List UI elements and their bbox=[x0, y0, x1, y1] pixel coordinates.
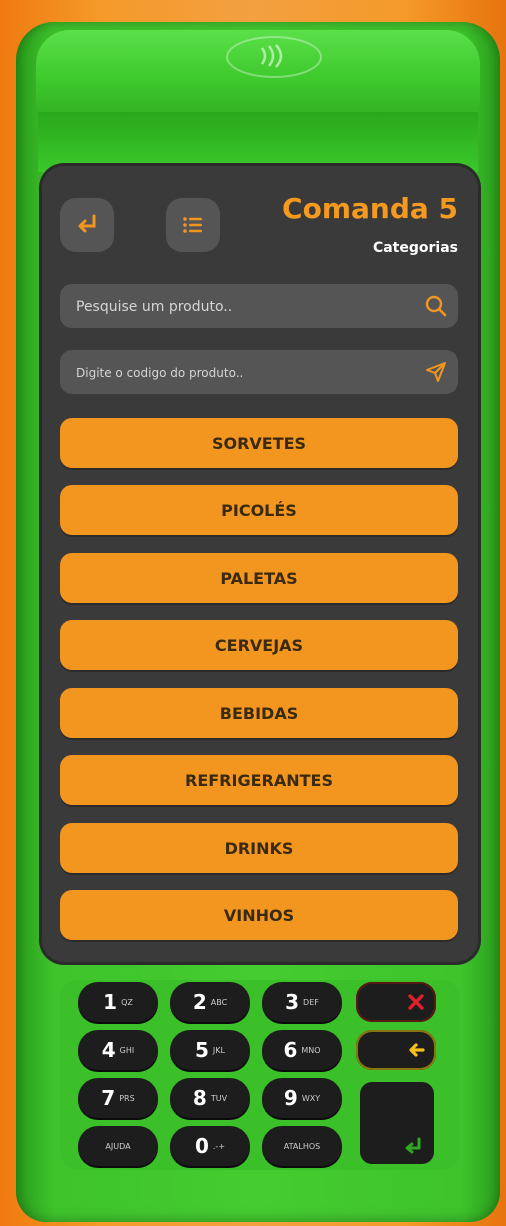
page-subtitle: Categorias bbox=[372, 240, 458, 256]
menu-button[interactable] bbox=[166, 198, 220, 252]
search-input[interactable] bbox=[74, 284, 418, 330]
key-1[interactable]: 1 QZ bbox=[78, 982, 158, 1022]
cancel-key[interactable] bbox=[356, 982, 436, 1022]
key-7[interactable]: 7 PRS bbox=[78, 1078, 158, 1118]
page-title: Comanda 5 bbox=[282, 192, 458, 225]
return-icon bbox=[78, 214, 96, 233]
search-field[interactable] bbox=[60, 284, 458, 330]
terminal-top bbox=[36, 30, 480, 112]
shortcuts-key[interactable]: ATALHOS bbox=[262, 1126, 342, 1166]
key-0[interactable]: 0 .-+ bbox=[170, 1126, 250, 1166]
help-key[interactable]: AJUDA bbox=[78, 1126, 158, 1166]
category-button[interactable]: VINHOS bbox=[60, 890, 458, 940]
keypad: 1 QZ 2 ABC 3 DEF 4 GHI 5 JKL 6 MNO 7 PRS 8 TUV 9… bbox=[60, 980, 460, 1170]
key-5[interactable]: 5 JKL bbox=[170, 1030, 250, 1070]
search-icon[interactable] bbox=[424, 294, 448, 318]
key-9[interactable]: 9 WXY bbox=[262, 1078, 342, 1118]
list-icon bbox=[183, 217, 202, 233]
product-code-field[interactable] bbox=[60, 350, 458, 396]
category-button[interactable]: SORVETES bbox=[60, 418, 458, 468]
back-button[interactable] bbox=[60, 198, 114, 252]
cancel-x-icon bbox=[408, 994, 424, 1010]
screen-bezel bbox=[38, 112, 478, 172]
send-icon[interactable] bbox=[424, 360, 448, 384]
app-screen: Comanda 5 Categorias SORVETES PICOLÉS PA… bbox=[42, 166, 478, 962]
category-button[interactable]: PICOLÉS bbox=[60, 485, 458, 535]
key-4[interactable]: 4 GHI bbox=[78, 1030, 158, 1070]
backspace-arrow-icon bbox=[409, 1043, 425, 1057]
product-code-input[interactable] bbox=[74, 350, 418, 396]
enter-key[interactable] bbox=[360, 1082, 434, 1164]
category-button[interactable]: DRINKS bbox=[60, 823, 458, 873]
key-8[interactable]: 8 TUV bbox=[170, 1078, 250, 1118]
key-6[interactable]: 6 MNO bbox=[262, 1030, 342, 1070]
enter-icon bbox=[405, 1137, 421, 1154]
category-button[interactable]: PALETAS bbox=[60, 553, 458, 603]
nfc-icon bbox=[226, 36, 322, 78]
key-3[interactable]: 3 DEF bbox=[262, 982, 342, 1022]
backspace-key[interactable] bbox=[356, 1030, 436, 1070]
category-button[interactable]: BEBIDAS bbox=[60, 688, 458, 738]
key-2[interactable]: 2 ABC bbox=[170, 982, 250, 1022]
category-button[interactable]: CERVEJAS bbox=[60, 620, 458, 670]
category-button[interactable]: REFRIGERANTES bbox=[60, 755, 458, 805]
